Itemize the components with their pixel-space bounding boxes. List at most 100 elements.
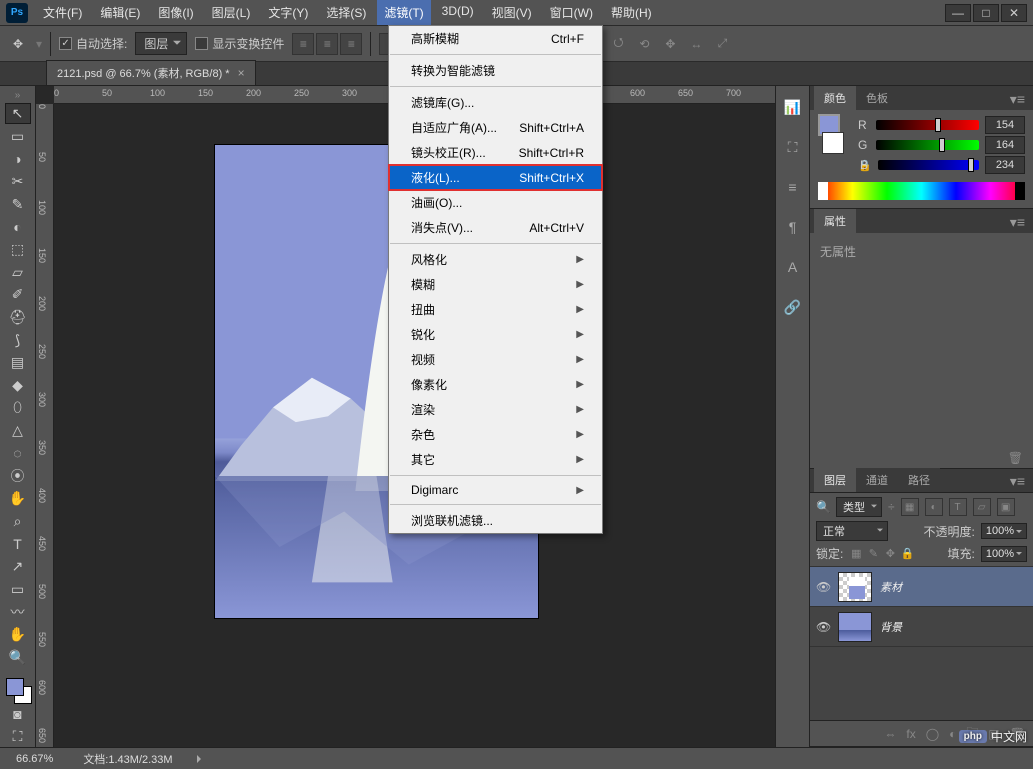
foreground-swatch[interactable]: [6, 678, 24, 696]
menu-item-液化l[interactable]: 液化(L)...Shift+Ctrl+X: [389, 165, 602, 190]
visibility-icon[interactable]: 👁: [816, 580, 830, 594]
filter-type-icon[interactable]: T: [949, 498, 967, 516]
g-value-input[interactable]: 164: [985, 136, 1025, 154]
panel-menu-icon[interactable]: ▾≡: [1002, 212, 1033, 233]
menu-item-视频[interactable]: 视频▶: [389, 347, 602, 372]
filter-shape-icon[interactable]: ▱: [973, 498, 991, 516]
trash-icon[interactable]: 🗑: [1008, 451, 1023, 465]
tab-properties[interactable]: 属性: [814, 209, 856, 233]
panel-strip-icon[interactable]: ¶: [782, 216, 804, 238]
layer-name[interactable]: 素材: [880, 579, 902, 595]
minimize-button[interactable]: —: [945, 4, 971, 22]
tool-23[interactable]: ✋: [5, 624, 31, 645]
tab-channels[interactable]: 通道: [856, 468, 898, 492]
tool-20[interactable]: ↗: [5, 556, 31, 577]
doc-info[interactable]: 文档:1.43M/2.33M: [83, 751, 172, 767]
tool-18[interactable]: ⌕: [5, 511, 31, 532]
tab-color[interactable]: 颜色: [814, 86, 856, 110]
b-value-input[interactable]: 234: [985, 156, 1025, 174]
visibility-icon[interactable]: 👁: [816, 620, 830, 634]
vertical-ruler[interactable]: 0501001502002503003504004505005506006507…: [36, 104, 54, 747]
auto-select-target-combo[interactable]: 图层: [135, 32, 187, 55]
menu-item-滤镜库g[interactable]: 滤镜库(G)...: [389, 90, 602, 115]
3d-slide-icon[interactable]: ↔: [685, 33, 707, 55]
menu-视图[interactable]: 视图(V): [485, 0, 539, 25]
layer-thumbnail[interactable]: [838, 612, 872, 642]
tool-10[interactable]: ⟆: [5, 330, 31, 351]
menu-item-油画o[interactable]: 油画(O)...: [389, 190, 602, 215]
panel-strip-icon[interactable]: 🔗: [782, 296, 804, 318]
tool-21[interactable]: ▭: [5, 579, 31, 600]
tool-19[interactable]: T: [5, 534, 31, 555]
menu-选择[interactable]: 选择(S): [319, 0, 373, 25]
layer-thumbnail[interactable]: [838, 572, 872, 602]
tool-5[interactable]: ◐: [5, 216, 31, 237]
color-spectrum[interactable]: [818, 182, 1025, 200]
menu-item-镜头校正r[interactable]: 镜头校正(R)...Shift+Ctrl+R: [389, 140, 602, 165]
tool-7[interactable]: ▱: [5, 262, 31, 283]
menu-item-高斯模糊[interactable]: 高斯模糊Ctrl+F: [389, 26, 602, 51]
status-menu-arrow-icon[interactable]: [197, 755, 205, 763]
menu-item-锐化[interactable]: 锐化▶: [389, 322, 602, 347]
filter-smart-icon[interactable]: ▣: [997, 498, 1015, 516]
panel-strip-icon[interactable]: A: [782, 256, 804, 278]
tool-16[interactable]: ⦿: [5, 466, 31, 487]
tab-paths[interactable]: 路径: [898, 468, 940, 492]
menu-item-杂色[interactable]: 杂色▶: [389, 422, 602, 447]
maximize-button[interactable]: □: [973, 4, 999, 22]
menu-item-自适应广角a[interactable]: 自适应广角(A)...Shift+Ctrl+A: [389, 115, 602, 140]
tool-4[interactable]: ✎: [5, 194, 31, 215]
lock-all-icon[interactable]: 🔒: [900, 547, 914, 561]
zoom-level[interactable]: 66.67%: [10, 751, 59, 767]
panel-menu-icon[interactable]: ▾≡: [1002, 89, 1033, 110]
tool-12[interactable]: ◆: [5, 375, 31, 396]
close-button[interactable]: ✕: [1001, 4, 1027, 22]
tool-6[interactable]: ⬚: [5, 239, 31, 260]
menu-文件[interactable]: 文件(F): [36, 0, 89, 25]
layer-mask-icon[interactable]: ◯: [926, 727, 939, 741]
layer-row[interactable]: 👁背景: [810, 607, 1033, 647]
blend-mode-combo[interactable]: 正常: [816, 521, 888, 541]
layer-row[interactable]: 👁 素材: [810, 567, 1033, 607]
g-slider[interactable]: [876, 140, 979, 150]
menu-编辑[interactable]: 编辑(E): [93, 0, 147, 25]
menu-item-转换为智能滤镜[interactable]: 转换为智能滤镜: [389, 58, 602, 83]
tool-22[interactable]: 〰: [5, 602, 31, 623]
show-transform-checkbox[interactable]: 显示变换控件: [195, 35, 284, 52]
menu-item-消失点v[interactable]: 消失点(V)...Alt+Ctrl+V: [389, 215, 602, 240]
filter-adjust-icon[interactable]: ◐: [925, 498, 943, 516]
lock-position-icon[interactable]: ✥: [883, 547, 897, 561]
tool-9[interactable]: ⛑: [5, 307, 31, 328]
panel-menu-icon[interactable]: ▾≡: [1002, 471, 1033, 492]
menu-item-浏览联机滤镜[interactable]: 浏览联机滤镜...: [389, 508, 602, 533]
menu-item-模糊[interactable]: 模糊▶: [389, 272, 602, 297]
filter-pixel-icon[interactable]: ▦: [901, 498, 919, 516]
tool-2[interactable]: ◑: [5, 148, 31, 169]
lock-pixels-icon[interactable]: ✎: [866, 547, 880, 561]
panel-strip-icon[interactable]: ≡: [782, 176, 804, 198]
align-icon[interactable]: ≡: [316, 33, 338, 55]
search-icon[interactable]: 🔍: [816, 500, 830, 514]
tool-1[interactable]: ▭: [5, 126, 31, 147]
background-color-swatch[interactable]: [822, 132, 844, 154]
menu-图层[interactable]: 图层(L): [205, 0, 258, 25]
tool-13[interactable]: ⬯: [5, 398, 31, 419]
tab-layers[interactable]: 图层: [814, 468, 856, 492]
3d-pan-icon[interactable]: ✥: [659, 33, 681, 55]
color-swatches[interactable]: [4, 676, 32, 702]
menu-item-像素化[interactable]: 像素化▶: [389, 372, 602, 397]
panel-strip-icon[interactable]: 📊: [782, 96, 804, 118]
tool-17[interactable]: ✋: [5, 488, 31, 509]
menu-item-渲染[interactable]: 渲染▶: [389, 397, 602, 422]
document-tab[interactable]: 2121.psd @ 66.7% (素材, RGB/8) * ×: [46, 60, 256, 85]
3d-roll-icon[interactable]: ⟲: [633, 33, 655, 55]
align-icon[interactable]: ≡: [340, 33, 362, 55]
menu-文字[interactable]: 文字(Y): [261, 0, 315, 25]
b-slider[interactable]: [878, 160, 979, 170]
adjustment-layer-icon[interactable]: ◐: [949, 727, 956, 741]
tab-swatches[interactable]: 色板: [856, 86, 898, 110]
align-icon[interactable]: ≡: [292, 33, 314, 55]
fill-input[interactable]: 100%: [981, 546, 1027, 562]
r-value-input[interactable]: 154: [985, 116, 1025, 134]
tool-3[interactable]: ✂: [5, 171, 31, 192]
